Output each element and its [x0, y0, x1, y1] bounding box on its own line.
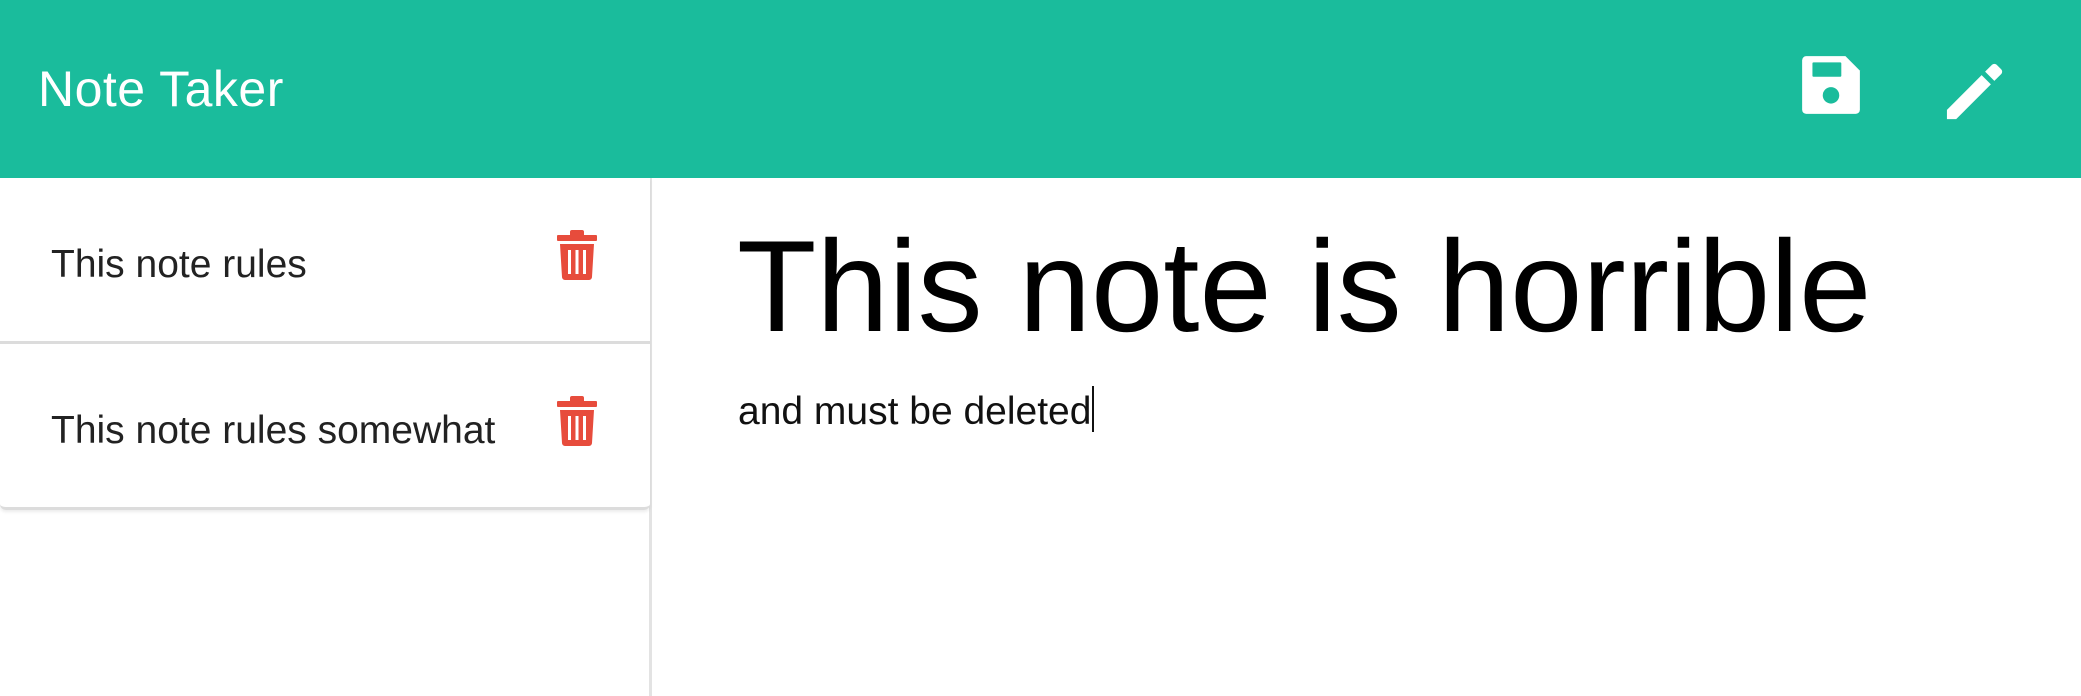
list-item[interactable]: This note rules somewhat: [0, 344, 650, 510]
notes-sidebar: This note rules This note rules somewhat: [0, 178, 652, 696]
pencil-icon: [1946, 63, 2003, 120]
note-list-title[interactable]: This note rules somewhat: [51, 406, 495, 456]
floppy-disk-icon: [1802, 56, 1860, 114]
list-item[interactable]: This note rules: [0, 178, 650, 344]
note-text-area[interactable]: and must be deleted: [738, 386, 2038, 686]
save-note-icon[interactable]: [1798, 52, 1864, 118]
app-title[interactable]: Note Taker: [38, 54, 284, 124]
note-text-content: and must be deleted: [738, 390, 1092, 433]
note-editor: This note is horrible and must be delete…: [656, 178, 2081, 696]
text-caret: [1092, 386, 1095, 432]
navbar: Note Taker: [0, 0, 2081, 178]
notes-list: This note rules This note rules somewhat: [0, 178, 650, 510]
trash-icon[interactable]: [556, 230, 598, 280]
new-note-icon[interactable]: [1940, 52, 2006, 120]
note-list-title[interactable]: This note rules: [51, 240, 307, 290]
note-title-input[interactable]: This note is horrible: [737, 206, 2037, 366]
trash-icon[interactable]: [556, 396, 598, 446]
